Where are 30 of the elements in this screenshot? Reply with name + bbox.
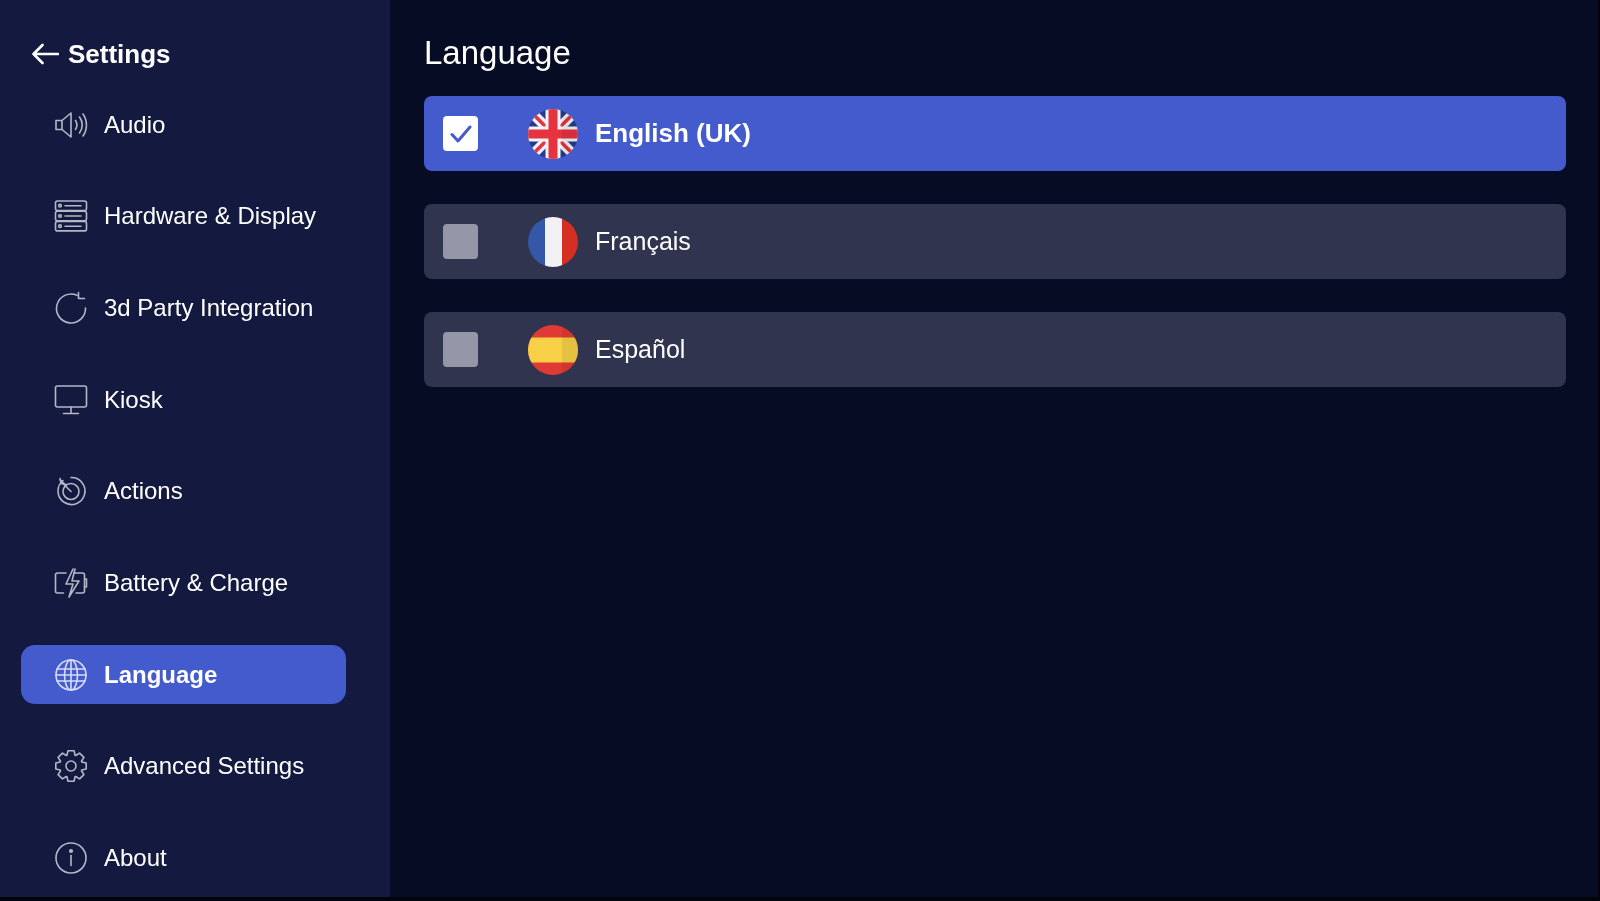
sidebar-item[interactable]: Kiosk: [21, 370, 346, 430]
checkbox[interactable]: [443, 116, 478, 151]
check-icon: [449, 124, 472, 143]
battery-charging-icon: [54, 565, 88, 600]
sidebar-item[interactable]: Actions: [21, 461, 346, 521]
back-button[interactable]: [31, 43, 59, 65]
sidebar-item[interactable]: Audio: [21, 95, 346, 154]
checkbox[interactable]: [443, 332, 478, 367]
sidebar-item[interactable]: Language: [21, 645, 346, 705]
sidebar-item[interactable]: 3d Party Integration: [21, 278, 346, 338]
france-flag-icon: [528, 216, 578, 267]
uk-flag-icon: [528, 108, 578, 159]
refresh-icon: [54, 290, 88, 325]
sidebar-item[interactable]: Hardware & Display: [21, 186, 346, 246]
sidebar-title: Settings: [68, 38, 171, 70]
sidebar-item[interactable]: Advanced Settings: [21, 736, 346, 796]
globe-icon: [54, 657, 88, 692]
sidebar-item[interactable]: About: [21, 828, 346, 888]
sidebar-item[interactable]: Battery & Charge: [21, 553, 346, 613]
spain-flag-icon: [528, 324, 578, 375]
settings-icon: [54, 749, 88, 784]
back-arrow-icon: [31, 43, 59, 65]
language-option[interactable]: Français: [424, 204, 1566, 279]
server-stack-icon: [54, 199, 88, 234]
language-option[interactable]: English (UK): [424, 96, 1566, 171]
monitor-icon: [54, 382, 88, 417]
info-icon: [54, 841, 88, 875]
page-title: Language: [424, 33, 571, 73]
checkbox[interactable]: [443, 224, 478, 259]
language-option[interactable]: Español: [424, 312, 1566, 387]
